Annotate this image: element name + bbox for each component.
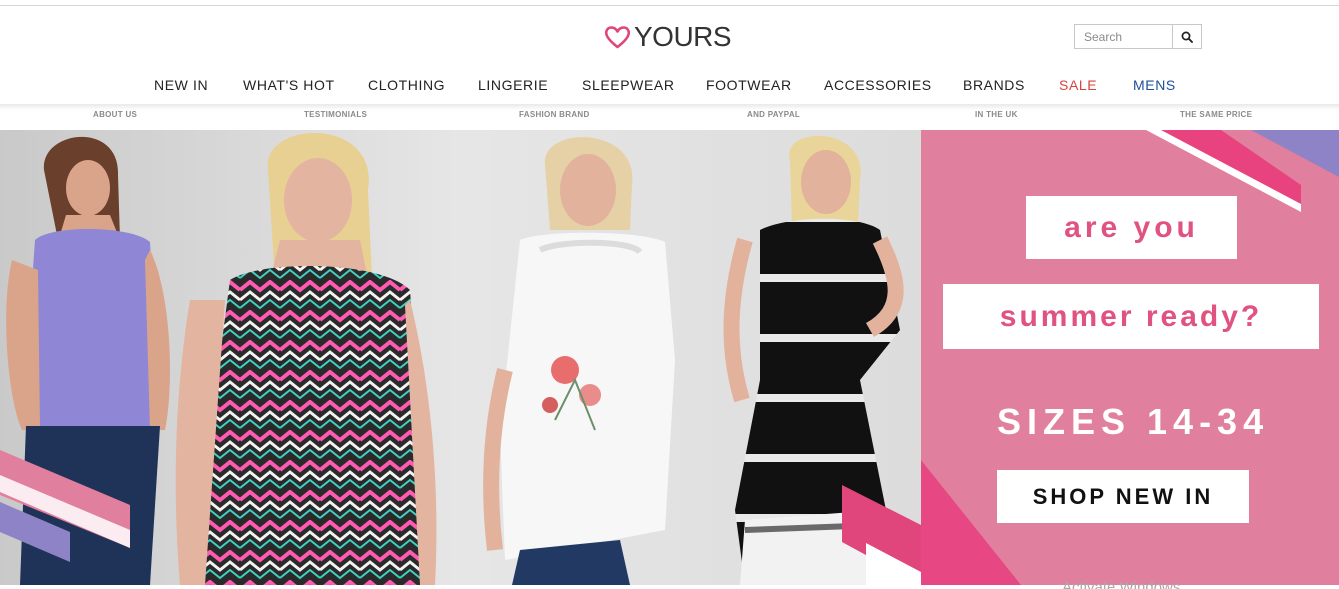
hero-banner[interactable]: are you summer ready? SIZES 14-34 SHOP N… [0, 130, 1339, 585]
nav-sale[interactable]: SALE [1059, 76, 1097, 94]
activate-windows-watermark: Activate Windows [1062, 579, 1181, 589]
hero-models-image [0, 130, 921, 585]
nav-brands[interactable]: BRANDS [963, 76, 1025, 94]
heart-logo-icon [604, 26, 631, 49]
usp-about-us[interactable]: ABOUT US [93, 110, 137, 119]
usp-same-price[interactable]: THE SAME PRICE [1180, 110, 1252, 119]
search-input[interactable] [1075, 25, 1172, 48]
nav-sleepwear[interactable]: SLEEPWEAR [582, 76, 675, 94]
logo-text: YOURS [634, 21, 732, 52]
usp-uk[interactable]: IN THE UK [975, 110, 1018, 119]
top-divider [0, 5, 1339, 6]
main-nav: NEW IN WHAT'S HOT CLOTHING LINGERIE SLEE… [0, 76, 1339, 96]
usp-testimonials[interactable]: TESTIMONIALS [304, 110, 367, 119]
search-button[interactable] [1172, 25, 1201, 48]
search-box [1074, 24, 1202, 49]
usp-fashion-brand[interactable]: FASHION BRAND [519, 110, 590, 119]
sizes-text: SIZES 14-34 [997, 401, 1270, 442]
headline-box-1: are you [1026, 196, 1237, 259]
nav-shadow [0, 104, 1339, 110]
nav-lingerie[interactable]: LINGERIE [478, 76, 548, 94]
headline-box-2: summer ready? [943, 284, 1319, 349]
nav-clothing[interactable]: CLOTHING [368, 76, 445, 94]
nav-new-in[interactable]: NEW IN [154, 76, 208, 94]
usp-paypal[interactable]: AND PAYPAL [747, 110, 800, 119]
shop-new-in-button[interactable]: SHOP NEW IN [997, 470, 1249, 523]
search-icon [1181, 31, 1193, 43]
nav-footwear[interactable]: FOOTWEAR [706, 76, 792, 94]
nav-mens[interactable]: MENS [1133, 76, 1176, 94]
yours-logo[interactable]: YOURS [604, 21, 732, 52]
nav-whats-hot[interactable]: WHAT'S HOT [243, 76, 335, 94]
nav-accessories[interactable]: ACCESSORIES [824, 76, 932, 94]
